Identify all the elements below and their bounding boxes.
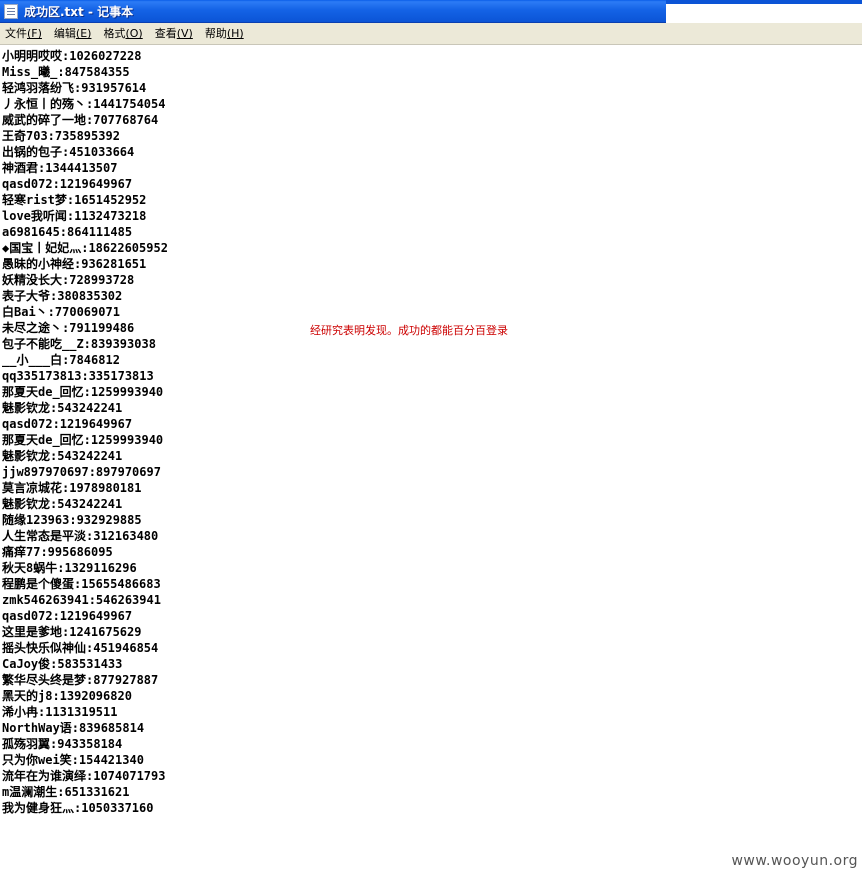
document-line: 包子不能吃__Z:839393038: [2, 337, 156, 351]
menu-edit[interactable]: 编辑(E): [49, 23, 99, 44]
menu-help[interactable]: 帮助(H): [200, 23, 251, 44]
menu-view[interactable]: 查看(V): [150, 23, 200, 44]
document-line: 黑天的j8:1392096820: [2, 689, 132, 703]
document-line: qq335173813:335173813: [2, 369, 154, 383]
menu-file-label: 文件: [5, 27, 27, 40]
document-line: love我听闻:1132473218: [2, 209, 147, 223]
document-line: 王奇703:735895392: [2, 129, 120, 143]
menu-format-accel: (O): [125, 27, 143, 40]
document-line: 出锅的包子:451033664: [2, 145, 135, 159]
document-line: 愚昧的小神经:936281651: [2, 257, 147, 271]
document-line: 这里是爹地:1241675629: [2, 625, 142, 639]
menu-file-accel: (F): [27, 27, 42, 40]
menu-help-accel: (H): [226, 27, 244, 40]
document-line: 痛痒77:995686095: [2, 545, 113, 559]
menu-format[interactable]: 格式(O): [98, 23, 149, 44]
menu-view-accel: (V): [176, 27, 193, 40]
document-line: 繁华尽头终是梦:877927887: [2, 673, 159, 687]
document-line: jjw897970697:897970697: [2, 465, 161, 479]
document-line: 表子大爷:380835302: [2, 289, 123, 303]
menu-edit-label: 编辑: [53, 27, 76, 40]
document-line: 流年在为谁演绎:1074071793: [2, 769, 166, 783]
watermark: www.wooyun.org: [731, 853, 858, 869]
document-line: 魅影钦龙:543242241: [2, 497, 123, 511]
menu-edit-accel: (E): [75, 27, 92, 40]
menu-help-label: 帮助: [204, 27, 227, 40]
document-lines: 小明明哎哎:1026027228 Miss_曦_:847584355 轻鸿羽落纷飞:…: [2, 48, 168, 816]
document-line: 未尽之途丶:791199486: [2, 321, 135, 335]
document-line: 我为健身狂灬:1050337160: [2, 801, 154, 815]
document-line: CaJoy俊:583531433: [2, 657, 123, 671]
menu-bar: 文件(F) 编辑(E) 格式(O) 查看(V) 帮助(H): [0, 23, 862, 45]
document-line: 浠小冉:1131319511: [2, 705, 118, 719]
menu-format-label: 格式: [103, 27, 126, 40]
document-line: ◆国宝丨妃妃灬:18622605952: [2, 241, 168, 255]
document-line: 那夏天de_回忆:1259993940: [2, 433, 164, 447]
document-line: 摇头快乐似神仙:451946854: [2, 641, 159, 655]
document-line: 轻寒rist梦:1651452952: [2, 193, 147, 207]
document-line: 白Bai丶:770069071: [2, 305, 120, 319]
notepad-window: 成功区.txt - 记事本 文件(F) 编辑(E) 格式(O) 查看(V) 帮助…: [0, 0, 862, 873]
text-editor-area[interactable]: 小明明哎哎:1026027228 Miss_曦_:847584355 轻鸿羽落纷飞:…: [0, 45, 862, 873]
document-line: 那夏天de_回忆:1259993940: [2, 385, 164, 399]
document-line: Miss_曦_:847584355: [2, 65, 130, 79]
document-line: zmk546263941:546263941: [2, 593, 161, 607]
red-annotation: 经研究表明发现。成功的都能百分百登录: [310, 324, 508, 337]
menu-file[interactable]: 文件(F): [0, 23, 49, 44]
title-bar-edge: [666, 0, 862, 4]
document-line: qasd072:1219649967: [2, 177, 133, 191]
notepad-icon[interactable]: [4, 3, 18, 19]
document-line: qasd072:1219649967: [2, 609, 133, 623]
document-line: qasd072:1219649967: [2, 417, 133, 431]
document-line: 随缘123963:932929885: [2, 513, 142, 527]
document-line: 魅影钦龙:543242241: [2, 401, 123, 415]
title-bar[interactable]: 成功区.txt - 记事本: [0, 0, 666, 23]
document-line: a6981645:864111485: [2, 225, 133, 239]
document-line: 人生常态是平淡:312163480: [2, 529, 159, 543]
document-line: 孤殇羽翼:943358184: [2, 737, 123, 751]
document-line: 魅影钦龙:543242241: [2, 449, 123, 463]
document-line: 神酒君:1344413507: [2, 161, 118, 175]
document-line: __小___白:7846812: [2, 353, 120, 367]
document-line: 程鹏是个傻蛋:15655486683: [2, 577, 161, 591]
document-line: 轻鸿羽落纷飞:931957614: [2, 81, 147, 95]
menu-view-label: 查看: [154, 27, 177, 40]
document-line: 威武的碎了一地:707768764: [2, 113, 159, 127]
window-title: 成功区.txt - 记事本: [24, 4, 134, 19]
document-line: 小明明哎哎:1026027228: [2, 49, 142, 63]
document-line: 只为你wei笑:154421340: [2, 753, 144, 767]
document-line: 妖精没长大:728993728: [2, 273, 135, 287]
document-line: NorthWay语:839685814: [2, 721, 145, 735]
document-line: m温澜潮生:651331621: [2, 785, 130, 799]
document-line: 秋天8蜗牛:1329116296: [2, 561, 137, 575]
document-line: 莫言凉城花:1978980181: [2, 481, 142, 495]
document-line: 丿永恒丨的殇丶:1441754054: [2, 97, 166, 111]
